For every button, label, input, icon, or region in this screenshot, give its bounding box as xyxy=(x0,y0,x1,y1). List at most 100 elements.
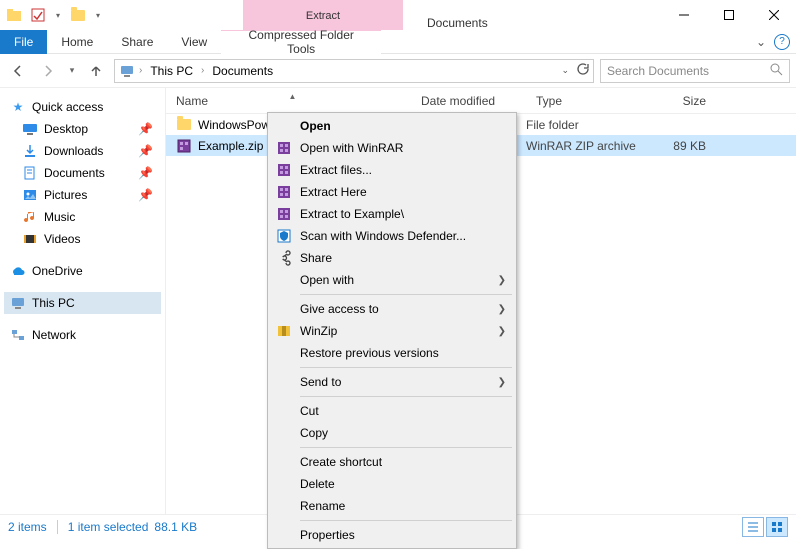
contextual-tab-label: Extract xyxy=(306,9,340,21)
winrar-icon xyxy=(276,184,292,200)
breadcrumb-this-pc[interactable]: This PC xyxy=(146,64,197,78)
sidebar-item-videos[interactable]: Videos xyxy=(4,228,161,250)
recent-locations-icon[interactable]: ▾ xyxy=(66,59,78,83)
winrar-icon xyxy=(276,140,292,156)
maximize-button[interactable] xyxy=(706,0,751,30)
close-button[interactable] xyxy=(751,0,796,30)
sidebar-item-downloads[interactable]: Downloads 📌 xyxy=(4,140,161,162)
ribbon-expand-icon[interactable]: ⌄ xyxy=(756,35,766,49)
context-menu-label: Rename xyxy=(300,499,345,513)
file-name: Example.zip xyxy=(198,139,263,153)
context-menu-item-cut[interactable]: Cut xyxy=(270,400,514,422)
context-menu-item-create-shortcut[interactable]: Create shortcut xyxy=(270,451,514,473)
winrar-icon xyxy=(276,206,292,222)
tab-home[interactable]: Home xyxy=(47,30,107,54)
pin-icon: 📌 xyxy=(138,188,153,202)
contextual-tab-area: Extract Documents xyxy=(108,0,661,30)
context-menu-item-open-with[interactable]: Open with ❯ xyxy=(270,269,514,291)
folder-icon xyxy=(176,117,192,133)
context-menu-label: Delete xyxy=(300,477,335,491)
breadcrumb-documents[interactable]: Documents xyxy=(208,64,277,78)
search-input[interactable]: Search Documents xyxy=(600,59,790,83)
tab-compressed-folder-tools[interactable]: Compressed Folder Tools xyxy=(221,30,381,54)
context-menu-separator xyxy=(300,520,512,521)
context-menu-item-restore-previous-versions[interactable]: Restore previous versions xyxy=(270,342,514,364)
navigation-pane: ★ Quick access Desktop 📌 Downloads 📌 Doc… xyxy=(0,88,165,514)
onedrive-icon xyxy=(10,263,26,279)
pc-icon xyxy=(10,295,26,311)
context-menu-item-delete[interactable]: Delete xyxy=(270,473,514,495)
context-menu: OpenOpen with WinRARExtract files...Extr… xyxy=(267,112,517,549)
sidebar-item-pictures[interactable]: Pictures 📌 xyxy=(4,184,161,206)
context-menu-label: Open xyxy=(300,119,331,133)
view-large-icons-button[interactable] xyxy=(766,517,788,537)
context-menu-item-give-access-to[interactable]: Give access to❯ xyxy=(270,298,514,320)
winrar-icon xyxy=(276,162,292,178)
qat-dropdown-icon[interactable]: ▾ xyxy=(54,7,62,23)
context-menu-label: Share xyxy=(300,251,332,265)
sidebar-this-pc[interactable]: This PC xyxy=(4,292,161,314)
context-menu-item-properties[interactable]: Properties xyxy=(270,524,514,546)
column-size[interactable]: Size xyxy=(636,94,716,108)
context-menu-item-copy[interactable]: Copy xyxy=(270,422,514,444)
properties-icon[interactable] xyxy=(30,7,46,23)
context-menu-label: Open with xyxy=(300,273,354,287)
star-icon: ★ xyxy=(10,99,26,115)
sidebar-item-music[interactable]: Music xyxy=(4,206,161,228)
tab-share[interactable]: Share xyxy=(107,30,167,54)
tab-view[interactable]: View xyxy=(167,30,221,54)
address-bar[interactable]: › This PC › Documents ⌄ xyxy=(114,59,594,83)
context-menu-item-extract-files[interactable]: Extract files... xyxy=(270,159,514,181)
network-icon xyxy=(10,327,26,343)
refresh-icon[interactable] xyxy=(575,62,589,79)
chevron-right-icon[interactable]: › xyxy=(139,65,142,76)
context-menu-label: Scan with Windows Defender... xyxy=(300,229,466,243)
context-menu-item-open-with-winrar[interactable]: Open with WinRAR xyxy=(270,137,514,159)
sidebar-item-desktop[interactable]: Desktop 📌 xyxy=(4,118,161,140)
chevron-right-icon[interactable]: › xyxy=(201,65,204,76)
file-tab[interactable]: File xyxy=(0,30,47,54)
chevron-right-icon: ❯ xyxy=(498,275,506,286)
help-icon[interactable]: ? xyxy=(774,34,790,50)
up-button[interactable] xyxy=(84,59,108,83)
address-dropdown-icon[interactable]: ⌄ xyxy=(561,65,569,76)
new-folder-icon[interactable] xyxy=(70,7,86,23)
column-date[interactable]: Date modified xyxy=(411,94,526,108)
context-menu-label: WinZip xyxy=(300,324,337,338)
context-menu-label: Send to xyxy=(300,375,341,389)
column-type[interactable]: Type xyxy=(526,94,636,108)
sidebar-onedrive[interactable]: OneDrive xyxy=(4,260,161,282)
sort-ascending-icon: ▲ xyxy=(289,92,297,101)
context-menu-label: Create shortcut xyxy=(300,455,382,469)
contextual-tab-extract[interactable]: Extract xyxy=(243,0,403,30)
sidebar-item-documents[interactable]: Documents 📌 xyxy=(4,162,161,184)
sidebar-network[interactable]: Network xyxy=(4,324,161,346)
quick-access-toolbar: ▾ ▾ xyxy=(0,0,108,30)
forward-button[interactable] xyxy=(36,59,60,83)
context-menu-item-share[interactable]: Share xyxy=(270,247,514,269)
context-menu-item-open[interactable]: Open xyxy=(270,115,514,137)
column-name[interactable]: Name ▲ xyxy=(166,94,411,108)
context-menu-item-extract-to-example[interactable]: Extract to Example\ xyxy=(270,203,514,225)
sidebar-quick-access[interactable]: ★ Quick access xyxy=(4,96,161,118)
context-menu-label: Cut xyxy=(300,404,319,418)
pictures-icon xyxy=(22,187,38,203)
context-menu-item-winzip[interactable]: WinZip❯ xyxy=(270,320,514,342)
context-menu-label: Copy xyxy=(300,426,328,440)
context-menu-item-scan-with-windows-defender[interactable]: Scan with Windows Defender... xyxy=(270,225,514,247)
explorer-icon xyxy=(6,7,22,23)
view-details-button[interactable] xyxy=(742,517,764,537)
context-menu-item-rename[interactable]: Rename xyxy=(270,495,514,517)
context-menu-separator xyxy=(300,447,512,448)
back-button[interactable] xyxy=(6,59,30,83)
context-menu-label: Open with WinRAR xyxy=(300,141,403,155)
search-placeholder: Search Documents xyxy=(607,64,709,78)
qat-customize-icon[interactable]: ▾ xyxy=(94,7,102,23)
status-item-count: 2 items xyxy=(8,520,47,534)
context-menu-label: Give access to xyxy=(300,302,379,316)
minimize-button[interactable] xyxy=(661,0,706,30)
music-icon xyxy=(22,209,38,225)
context-menu-item-extract-here[interactable]: Extract Here xyxy=(270,181,514,203)
context-menu-item-send-to[interactable]: Send to❯ xyxy=(270,371,514,393)
title-bar: ▾ ▾ Extract Documents xyxy=(0,0,796,30)
